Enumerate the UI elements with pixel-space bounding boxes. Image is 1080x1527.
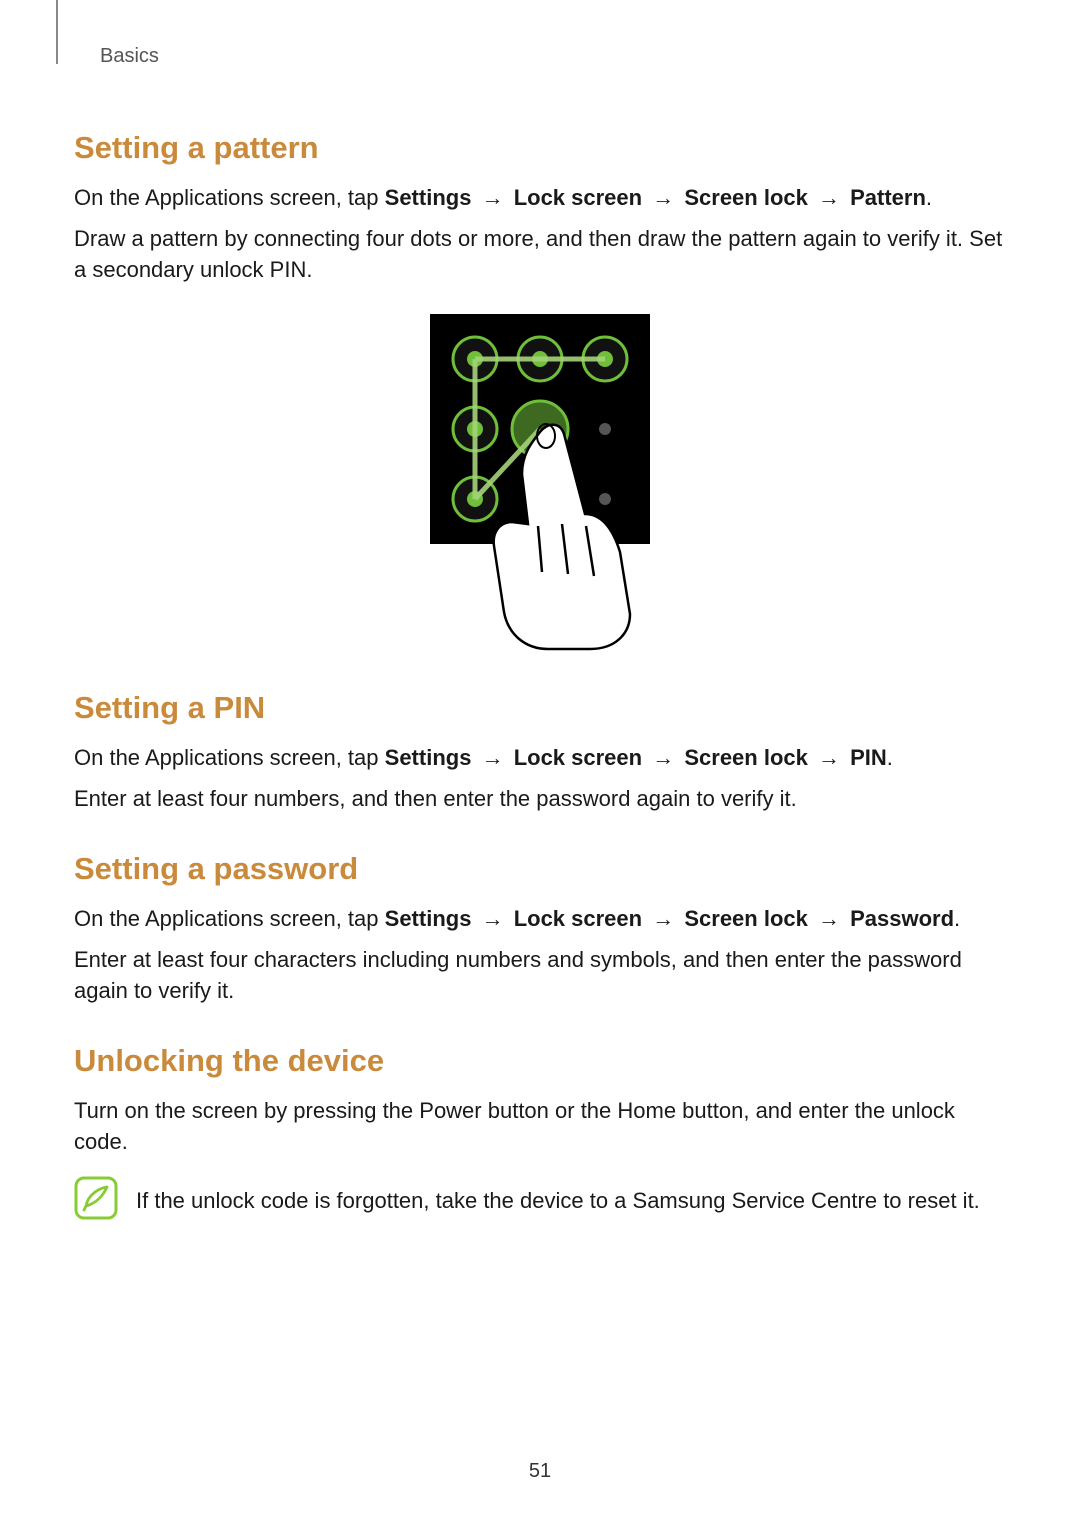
arrow-icon: → <box>478 745 508 770</box>
heading-pattern: Setting a pattern <box>74 126 1006 169</box>
page-number: 51 <box>0 1457 1080 1485</box>
breadcrumb: Basics <box>100 42 1006 70</box>
pattern-illustration <box>74 314 1006 654</box>
pin-path-0: Settings <box>385 745 472 770</box>
pattern-path-line: On the Applications screen, tap Settings… <box>74 183 1006 214</box>
page-content: Basics Setting a pattern On the Applicat… <box>0 0 1080 1308</box>
arrow-icon: → <box>814 185 844 210</box>
password-path-2: Screen lock <box>684 906 808 931</box>
arrow-icon: → <box>814 745 844 770</box>
pin-path-3: PIN <box>850 745 887 770</box>
arrow-icon: → <box>814 906 844 931</box>
pin-path-2: Screen lock <box>684 745 808 770</box>
pattern-path-0: Settings <box>385 185 472 210</box>
password-path-3: Password <box>850 906 954 931</box>
password-path-line: On the Applications screen, tap Settings… <box>74 904 1006 935</box>
pattern-svg <box>430 314 650 654</box>
password-body: Enter at least four characters including… <box>74 945 1006 1007</box>
arrow-icon: → <box>648 745 678 770</box>
pin-body: Enter at least four numbers, and then en… <box>74 784 1006 815</box>
heading-unlock: Unlocking the device <box>74 1039 1006 1082</box>
pin-path-1: Lock screen <box>514 745 642 770</box>
pattern-intro-prefix: On the Applications screen, tap <box>74 185 385 210</box>
note-icon <box>74 1176 118 1229</box>
pattern-path-1: Lock screen <box>514 185 642 210</box>
password-intro-prefix: On the Applications screen, tap <box>74 906 385 931</box>
arrow-icon: → <box>648 185 678 210</box>
pin-path-line: On the Applications screen, tap Settings… <box>74 743 1006 774</box>
heading-pin: Setting a PIN <box>74 686 1006 729</box>
pin-intro-prefix: On the Applications screen, tap <box>74 745 385 770</box>
password-path-0: Settings <box>385 906 472 931</box>
arrow-icon: → <box>478 906 508 931</box>
pattern-body: Draw a pattern by connecting four dots o… <box>74 224 1006 286</box>
note-text: If the unlock code is forgotten, take th… <box>136 1180 1006 1217</box>
unlock-body: Turn on the screen by pressing the Power… <box>74 1096 1006 1158</box>
arrow-icon: → <box>478 185 508 210</box>
heading-password: Setting a password <box>74 847 1006 890</box>
pattern-path-2: Screen lock <box>684 185 808 210</box>
pattern-path-3: Pattern <box>850 185 926 210</box>
header-rule <box>56 0 58 64</box>
password-path-1: Lock screen <box>514 906 642 931</box>
arrow-icon: → <box>648 906 678 931</box>
note-row: If the unlock code is forgotten, take th… <box>74 1180 1006 1229</box>
